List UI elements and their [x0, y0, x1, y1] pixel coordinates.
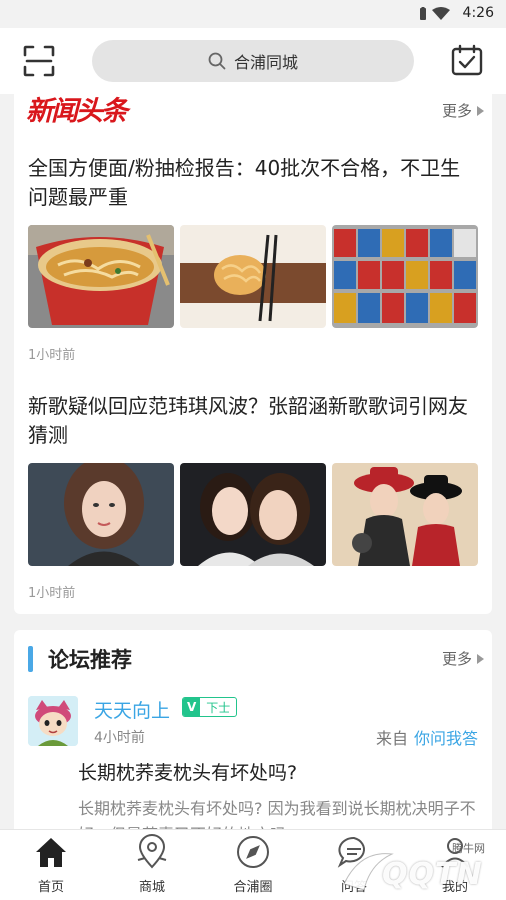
chevron-right-icon [477, 105, 484, 116]
wifi-icon [432, 7, 450, 20]
battery-icon [420, 7, 426, 20]
status-bar: 4:26 [0, 0, 506, 28]
article-thumbs-1[interactable] [28, 225, 478, 328]
article-title-2[interactable]: 新歌疑似回应范玮琪风波？张韶涵新歌歌词引网友猜测 [28, 392, 478, 450]
post-source: 来自 你问我答 [376, 725, 478, 749]
singer-portrait-image [28, 463, 174, 566]
tab-label-hepu-circle: 合浦圈 [233, 880, 273, 895]
post-source-prefix: 来自 [375, 729, 408, 748]
vip-label: V [183, 698, 201, 716]
news-headline-logo: 新闻头条 [26, 96, 128, 127]
location-pin-icon [137, 834, 167, 869]
section-accent-bar [28, 646, 33, 672]
noodles-with-chopsticks-image [180, 225, 326, 328]
search-text: 合浦同城 [233, 53, 298, 72]
singers-with-hats-image [332, 463, 478, 566]
tab-label-home: 首页 [37, 880, 64, 895]
article-time-1: 1小时前 [28, 348, 76, 363]
chevron-right-icon [477, 653, 484, 664]
watermark: QQTN 腾牛网 [300, 838, 506, 896]
compass-icon [237, 836, 269, 868]
username[interactable]: 天天向上 [94, 696, 170, 723]
article-thumbs-2[interactable] [28, 463, 478, 566]
tab-home[interactable]: 首页 [16, 834, 86, 898]
search-bar[interactable]: 合浦同城 [92, 40, 414, 82]
news-card: 新闻头条 更多 全国方便面/粉抽检报告：40批次不合格，不卫生问题最严重 1小时… [14, 94, 492, 614]
watermark-small-text: 腾牛网 [452, 842, 485, 855]
post-time: 4小时前 [94, 730, 145, 746]
tab-mall[interactable]: 商城 [117, 834, 187, 898]
news-more-link[interactable]: 更多 [442, 100, 484, 121]
avatar[interactable] [28, 696, 78, 746]
home-icon [36, 838, 66, 867]
calendar-icon[interactable] [450, 43, 484, 77]
vip-badge: V 下士 [182, 697, 238, 717]
scan-icon[interactable] [22, 44, 56, 78]
instant-noodle-cup-image [28, 225, 174, 328]
post-title[interactable]: 长期枕荞麦枕头有坏处吗? [78, 758, 297, 785]
status-time: 4:26 [462, 5, 494, 21]
forum-more-link[interactable]: 更多 [442, 648, 484, 669]
forum-section-title: 论坛推荐 [48, 648, 132, 672]
tab-hepu-circle[interactable]: 合浦圈 [218, 834, 288, 898]
forum-more-label: 更多 [441, 650, 472, 668]
two-singers-image [180, 463, 326, 566]
forum-card: 论坛推荐 更多 天天向上 V 下士 4小时前 来自 你问我答 长期枕荞麦枕头有坏处… [14, 630, 492, 844]
article-time-2: 1小时前 [28, 586, 76, 601]
user-level: 下士 [206, 700, 231, 715]
post-source-section[interactable]: 你问我答 [414, 729, 478, 748]
article-title-1[interactable]: 全国方便面/粉抽检报告：40批次不合格，不卫生问题最严重 [28, 154, 478, 212]
noodle-shelf-image [332, 225, 478, 328]
watermark-text: QQTN [382, 857, 483, 892]
top-bar: 合浦同城 [0, 28, 506, 94]
tab-label-mall: 商城 [138, 880, 165, 895]
search-icon [208, 52, 226, 70]
news-more-label: 更多 [441, 102, 472, 120]
